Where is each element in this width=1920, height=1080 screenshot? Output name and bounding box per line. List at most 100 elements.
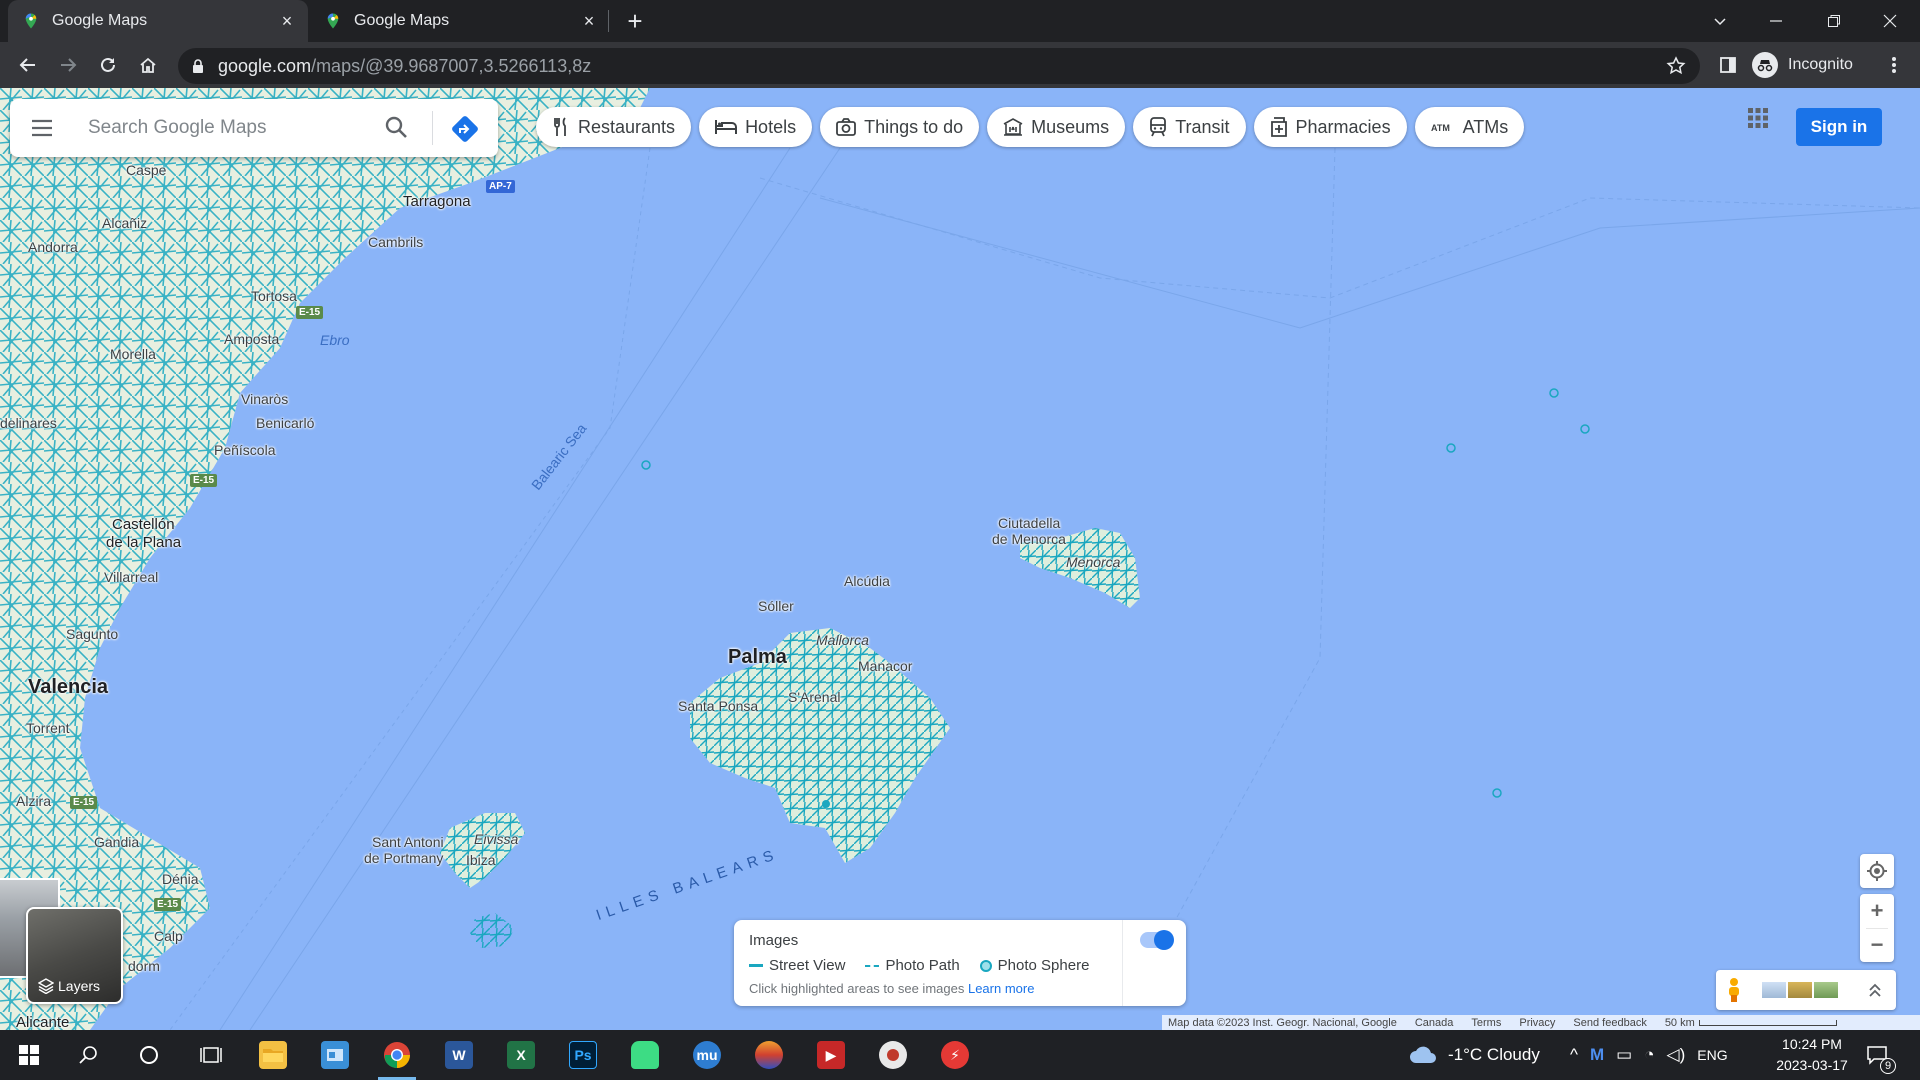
back-arrow-icon[interactable]	[12, 49, 44, 81]
place-label[interactable]: dorm	[128, 958, 160, 974]
place-label[interactable]: Gandia	[94, 834, 139, 850]
chip-hotels[interactable]: Hotels	[699, 107, 813, 147]
file-explorer-icon[interactable]	[248, 1035, 298, 1075]
imagery-thumb[interactable]	[1788, 982, 1812, 998]
place-label[interactable]: Ibiza	[466, 852, 496, 868]
place-label[interactable]: Sóller	[758, 598, 794, 614]
directions-icon[interactable]	[450, 114, 480, 144]
imagery-thumb[interactable]	[1814, 982, 1838, 998]
map-canvas[interactable]: Caspe Alcañiz Andorra Tarragona Cambrils…	[0, 88, 1920, 1030]
weather-widget[interactable]: -1°C Cloudy	[1408, 1030, 1540, 1080]
control-panel-icon[interactable]	[310, 1035, 360, 1075]
pegman-icon[interactable]	[1725, 977, 1743, 1003]
side-panel-icon[interactable]	[1712, 49, 1744, 81]
photoshop-icon[interactable]: Ps	[558, 1035, 608, 1075]
obs-app-icon[interactable]	[868, 1035, 918, 1075]
place-label[interactable]: Palma	[728, 646, 787, 669]
place-label[interactable]: Andorra	[28, 239, 78, 255]
mail-app-icon[interactable]: M	[1590, 1045, 1604, 1065]
notification-center-icon[interactable]: 9	[1866, 1030, 1896, 1080]
wifi-icon[interactable]: ◔	[1644, 1045, 1654, 1065]
place-label[interactable]: Vinaròs	[241, 391, 288, 407]
images-toggle[interactable]	[1140, 930, 1174, 950]
sign-in-button[interactable]: Sign in	[1796, 108, 1882, 146]
my-location-button[interactable]	[1860, 854, 1894, 888]
privacy-link[interactable]: Privacy	[1519, 1017, 1555, 1029]
layers-button[interactable]: Layers	[26, 907, 123, 1004]
chip-pharmacies[interactable]: Pharmacies	[1253, 107, 1407, 147]
place-label[interactable]: Dénia	[162, 871, 199, 887]
imagery-thumb[interactable]	[1762, 982, 1786, 998]
chip-atms[interactable]: ATM ATMs	[1414, 107, 1525, 147]
place-label[interactable]: de Portmany	[364, 850, 443, 866]
place-label[interactable]: Sant Antoni	[372, 834, 444, 850]
search-input[interactable]	[88, 113, 378, 143]
place-label[interactable]: Tarragona	[403, 193, 471, 210]
zoom-out-icon[interactable]: −	[1860, 928, 1894, 962]
flash-app-icon[interactable]: ⚡	[930, 1035, 980, 1075]
photo-sphere-dot[interactable]	[1446, 443, 1456, 453]
vpn-app-icon[interactable]	[744, 1035, 794, 1075]
photo-sphere-dot[interactable]	[641, 460, 651, 470]
reload-icon[interactable]	[92, 49, 124, 81]
place-label[interactable]: Alcúdia	[844, 573, 890, 589]
search-icon[interactable]	[64, 1035, 114, 1075]
place-label[interactable]: Sagunto	[66, 626, 118, 642]
battery-icon[interactable]: ▭	[1616, 1045, 1632, 1065]
chip-transit[interactable]: Transit	[1133, 107, 1246, 147]
island-label[interactable]: Menorca	[1066, 554, 1120, 570]
place-label[interactable]: Alicante	[16, 1014, 69, 1030]
country-link[interactable]: Canada	[1415, 1017, 1454, 1029]
learn-more-link[interactable]: Learn more	[968, 981, 1034, 996]
bookmark-star-icon[interactable]	[1666, 56, 1686, 76]
photo-sphere-dot[interactable]	[1492, 788, 1502, 798]
close-tab-icon[interactable]: ×	[580, 12, 598, 30]
task-view-icon[interactable]	[186, 1035, 236, 1075]
place-label[interactable]: Torrent	[26, 720, 70, 736]
tray-chevron-up-icon[interactable]: ^	[1570, 1045, 1578, 1065]
android-app-icon[interactable]	[620, 1035, 670, 1075]
restore-window-icon[interactable]	[1806, 0, 1862, 42]
photo-sphere-dot[interactable]	[1549, 388, 1559, 398]
place-label[interactable]: de la Plana	[106, 534, 181, 551]
place-label[interactable]: Villarreal	[104, 569, 158, 585]
place-label[interactable]: Santa Ponsa	[678, 698, 758, 714]
volume-icon[interactable]: ◁)	[1667, 1045, 1686, 1065]
incognito-profile-button[interactable]: Incognito	[1752, 48, 1853, 82]
send-feedback-link[interactable]: Send feedback	[1573, 1017, 1646, 1029]
browser-tab[interactable]: Google Maps ×	[310, 0, 610, 42]
lock-icon[interactable]	[192, 58, 204, 74]
terms-link[interactable]: Terms	[1471, 1017, 1501, 1029]
media-app-icon[interactable]: ▶	[806, 1035, 856, 1075]
place-label[interactable]: Peñíscola	[214, 442, 275, 458]
place-label[interactable]: Alzira	[16, 793, 51, 809]
search-icon[interactable]	[384, 115, 408, 139]
close-tab-icon[interactable]: ×	[278, 12, 296, 30]
minimize-window-icon[interactable]	[1748, 0, 1804, 42]
place-label[interactable]: Calp	[154, 928, 183, 944]
mu-app-icon[interactable]: mu	[682, 1035, 732, 1075]
chip-museums[interactable]: Museums	[987, 107, 1126, 147]
chrome-icon[interactable]	[372, 1035, 422, 1080]
new-tab-button[interactable]: +	[620, 6, 650, 36]
google-apps-grid-icon[interactable]	[1746, 106, 1770, 130]
river-label[interactable]: Ebro	[320, 332, 350, 348]
island-label[interactable]: Mallorca	[816, 632, 869, 648]
scale-bar[interactable]: 50 km	[1665, 1017, 1837, 1029]
word-icon[interactable]: W	[434, 1035, 484, 1075]
hamburger-menu-icon[interactable]	[30, 116, 54, 140]
place-label[interactable]: Caspe	[126, 162, 166, 178]
forward-arrow-icon[interactable]	[52, 49, 84, 81]
tab-search-chevron-icon[interactable]	[1692, 0, 1748, 42]
place-label[interactable]: Manacor	[858, 658, 912, 674]
browser-tab[interactable]: Google Maps ×	[8, 0, 308, 42]
chip-things-to-do[interactable]: Things to do	[820, 107, 980, 147]
place-label[interactable]: Alcañiz	[102, 215, 147, 231]
place-label[interactable]: Valencia	[28, 676, 108, 699]
place-label[interactable]: Amposta	[224, 331, 279, 347]
cortana-circle-icon[interactable]	[124, 1035, 174, 1075]
place-label[interactable]: Ciutadella	[998, 515, 1060, 531]
zoom-in-icon[interactable]: +	[1860, 894, 1894, 928]
place-label[interactable]: Cambrils	[368, 234, 423, 250]
place-label[interactable]: delinares	[0, 415, 57, 431]
